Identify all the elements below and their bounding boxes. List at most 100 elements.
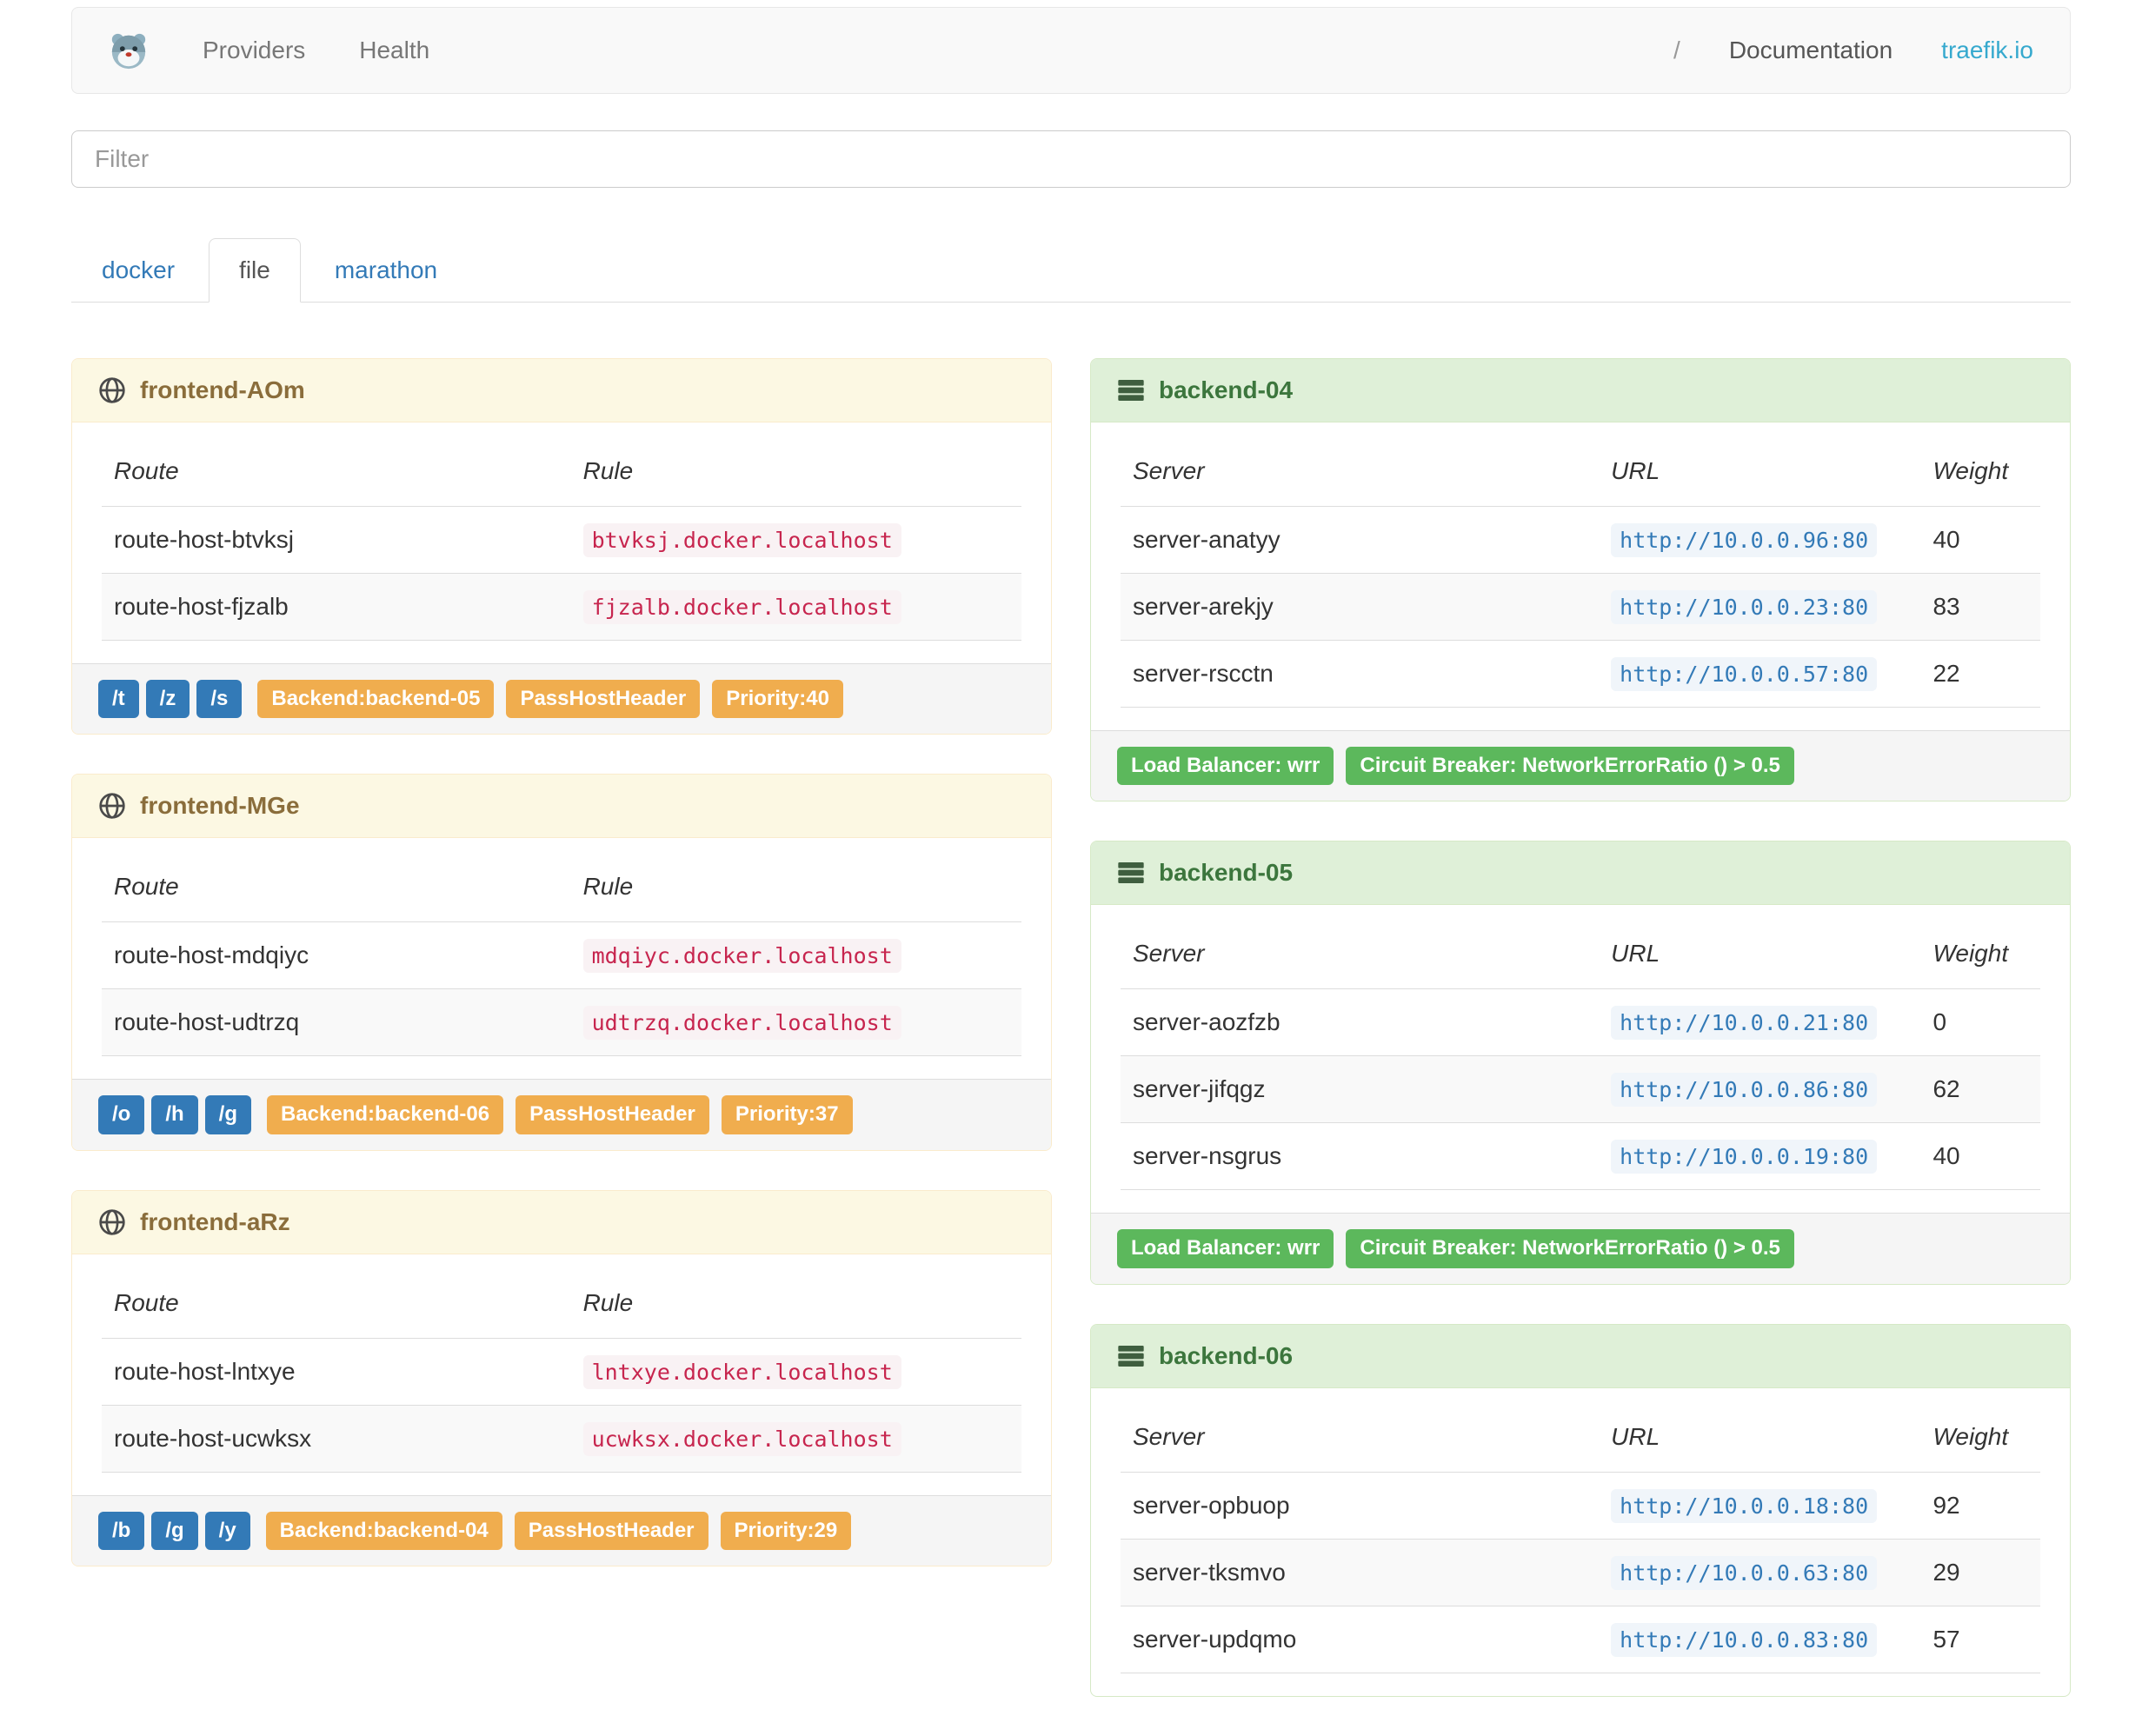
backend-panel-header: backend-06 [1091, 1324, 2070, 1388]
nav-providers-link[interactable]: Providers [203, 37, 305, 64]
rule-code: fjzalb.docker.localhost [582, 590, 901, 624]
rule-column-header: Rule [570, 436, 1021, 507]
filter-input[interactable] [71, 130, 2071, 188]
priority-badge: Priority:40 [712, 680, 843, 719]
server-url: http://10.0.0.96:80 [1611, 523, 1878, 557]
route-name: route-host-udtrzq [102, 988, 571, 1057]
nav-traefik-site-link[interactable]: traefik.io [1941, 37, 2033, 64]
server-name: server-rscctn [1121, 640, 1600, 708]
routes-table: Route Rule route-host-lntxye lntxye.dock… [102, 1267, 1021, 1473]
path-badge: /o [98, 1095, 145, 1134]
frontend-panel: frontend-AOm Route Rule route-host-btvks… [71, 358, 1052, 735]
frontend-body: Route Rule route-host-lntxye lntxye.dock… [72, 1254, 1051, 1495]
server-url: http://10.0.0.21:80 [1611, 1006, 1878, 1041]
path-badge: /g [204, 1095, 251, 1134]
priority-badge: Priority:37 [721, 1095, 853, 1134]
path-badges: /b /g /y [98, 1511, 250, 1551]
table-row: server-updqmo http://10.0.0.83:80 57 [1121, 1605, 2040, 1673]
table-row: server-opbuop http://10.0.0.18:80 92 [1121, 1472, 2040, 1539]
nav-documentation-link[interactable]: Documentation [1729, 37, 1893, 64]
path-badge: /s [196, 680, 243, 719]
rule-code: mdqiyc.docker.localhost [582, 939, 901, 974]
tab-docker[interactable]: docker [71, 238, 205, 303]
server-name: server-nsgrus [1121, 1122, 1600, 1191]
url-column-header: URL [1599, 1401, 1921, 1473]
tab-file[interactable]: file [209, 238, 301, 303]
globe-icon [98, 376, 126, 404]
passhostheader-badge: PassHostHeader [516, 1095, 709, 1134]
server-url: http://10.0.0.23:80 [1611, 590, 1878, 624]
url-column-header: URL [1599, 919, 1921, 990]
frontends-column: frontend-AOm Route Rule route-host-btvks… [71, 358, 1052, 1606]
path-badge: /t [98, 680, 139, 719]
backend-ref-badge: Backend:backend-06 [266, 1095, 504, 1134]
path-badge: /y [204, 1511, 250, 1551]
server-weight: 40 [1920, 1122, 2040, 1191]
nav-separator: / [1673, 37, 1680, 63]
backend-footer: Load Balancer: wrr Circuit Breaker: Netw… [1091, 730, 2070, 801]
path-badge: /z [145, 680, 190, 719]
table-row: server-rscctn http://10.0.0.57:80 22 [1121, 640, 2040, 708]
backend-panel: backend-06 Server URL Weight server-opbu… [1090, 1323, 2071, 1697]
path-badge: /h [151, 1095, 198, 1134]
route-column-header: Route [102, 436, 571, 507]
load-balancer-badge: Load Balancer: wrr [1117, 1229, 1334, 1268]
url-cell: http://10.0.0.86:80 [1599, 1055, 1921, 1123]
frontend-panel-header: frontend-AOm [72, 359, 1051, 422]
weight-column-header: Weight [1920, 1401, 2040, 1473]
frontend-panel: frontend-aRz Route Rule route-host-lntxy… [71, 1189, 1052, 1567]
rule-cell: mdqiyc.docker.localhost [571, 922, 1021, 989]
route-name: route-host-fjzalb [102, 573, 571, 641]
server-name: server-updqmo [1121, 1605, 1600, 1673]
backend-panel: backend-04 Server URL Weight server-anat… [1090, 358, 2071, 802]
passhostheader-badge: PassHostHeader [506, 680, 701, 719]
server-url: http://10.0.0.83:80 [1611, 1622, 1878, 1657]
backend-body: Server URL Weight server-opbuop http://1… [1091, 1388, 2070, 1696]
routes-table: Route Rule route-host-mdqiyc mdqiyc.dock… [102, 852, 1021, 1057]
navbar-right: / Documentation traefik.io [1673, 37, 2033, 64]
table-row: route-host-udtrzq udtrzq.docker.localhos… [102, 988, 1021, 1057]
rule-column-header: Rule [570, 852, 1021, 923]
backend-footer: Load Balancer: wrr Circuit Breaker: Netw… [1091, 1213, 2070, 1284]
weight-column-header: Weight [1920, 436, 2040, 507]
rule-code: ucwksx.docker.localhost [582, 1421, 901, 1456]
tab-marathon[interactable]: marathon [304, 238, 468, 303]
url-cell: http://10.0.0.63:80 [1599, 1538, 1921, 1606]
rule-code: lntxye.docker.localhost [582, 1354, 901, 1389]
server-name: server-tksmvo [1121, 1538, 1600, 1606]
route-name: route-host-ucwksx [102, 1404, 571, 1473]
circuit-breaker-badge: Circuit Breaker: NetworkErrorRatio () > … [1346, 1229, 1794, 1268]
navbar: Providers Health / Documentation traefik… [71, 7, 2071, 94]
backends-column: backend-04 Server URL Weight server-anat… [1090, 358, 2071, 1736]
server-url: http://10.0.0.63:80 [1611, 1555, 1878, 1590]
frontend-title: frontend-MGe [140, 792, 300, 820]
frontend-footer: /o /h /g Backend:backend-06 PassHostHead… [72, 1079, 1051, 1150]
backend-panel: backend-05 Server URL Weight server-aozf… [1090, 841, 2071, 1285]
nav-health-link[interactable]: Health [359, 37, 429, 64]
servers-table: Server URL Weight server-anatyy http://1… [1121, 436, 2040, 708]
frontend-footer: /b /g /y Backend:backend-04 PassHostHead… [72, 1494, 1051, 1566]
server-weight: 92 [1932, 1491, 1960, 1519]
rule-cell: ucwksx.docker.localhost [570, 1404, 1021, 1473]
filter-bar [71, 130, 2071, 188]
url-cell: http://10.0.0.57:80 [1599, 640, 1921, 708]
rule-cell: udtrzq.docker.localhost [570, 988, 1021, 1057]
priority-badge: Priority:29 [720, 1511, 852, 1551]
backend-config-badges: Load Balancer: wrr Circuit Breaker: Netw… [1117, 747, 1794, 786]
frontend-panel-header: frontend-aRz [72, 1190, 1051, 1254]
server-weight: 0 [1932, 1008, 1947, 1036]
rule-cell: btvksj.docker.localhost [571, 507, 1021, 574]
content-grid: frontend-AOm Route Rule route-host-btvks… [71, 358, 2071, 1736]
traefik-logo [109, 30, 149, 70]
rule-code: udtrzq.docker.localhost [582, 1006, 901, 1041]
routes-table: Route Rule route-host-btvksj btvksj.dock… [102, 436, 1021, 641]
table-row: route-host-btvksj btvksj.docker.localhos… [102, 507, 1021, 574]
frontend-title: frontend-AOm [140, 376, 305, 403]
url-column-header: URL [1599, 436, 1921, 507]
backend-title: backend-06 [1159, 1341, 1294, 1369]
servers-table: Server URL Weight server-aozfzb http://1… [1121, 919, 2040, 1191]
frontend-footer: /t /z /s Backend:backend-05 PassHostHead… [72, 663, 1051, 735]
table-row: route-host-fjzalb fjzalb.docker.localhos… [102, 573, 1021, 641]
path-badge: /b [98, 1511, 145, 1551]
route-name: route-host-btvksj [114, 526, 294, 553]
